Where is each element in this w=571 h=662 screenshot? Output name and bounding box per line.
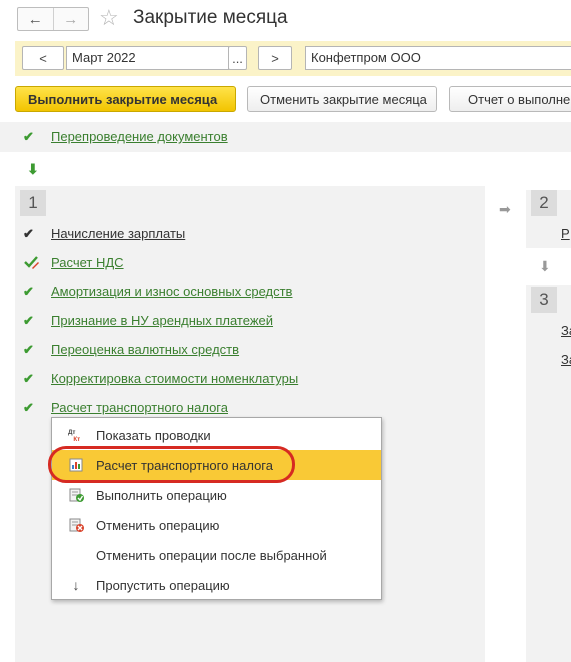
dt-kt-icon: Дт Кт xyxy=(68,427,84,443)
operation-link-transport-tax[interactable]: Расчет транспортного налога xyxy=(51,400,228,415)
menu-item-run-operation[interactable]: Выполнить операцию xyxy=(52,480,381,510)
down-arrow-icon: ⬇ xyxy=(539,258,551,274)
operation-link[interactable]: За xyxy=(561,323,571,338)
context-menu: Дт Кт Показать проводки Расчет транспорт… xyxy=(51,417,382,600)
stage-number: 2 xyxy=(531,190,557,216)
nav-button-group: ← → xyxy=(17,7,89,31)
check-icon: ✔ xyxy=(23,371,34,386)
reposting-link[interactable]: Перепроведение документов xyxy=(51,129,228,144)
title-bar: ← → ☆ Закрытие месяца xyxy=(0,0,571,38)
menu-item-cancel-after-selected[interactable]: Отменить операции после выбранной xyxy=(52,540,381,570)
menu-item-transport-tax-report[interactable]: Расчет транспортного налога xyxy=(52,450,381,480)
operation-link-vat[interactable]: Расчет НДС xyxy=(51,255,124,270)
stage-2-panel: 2 Р xyxy=(526,190,571,248)
check-icon: ✔ xyxy=(23,129,34,144)
svg-text:Дт: Дт xyxy=(68,429,75,436)
check-icon: ✔ xyxy=(23,400,34,415)
period-choose-button[interactable]: ... xyxy=(228,46,247,70)
forward-arrow-icon[interactable]: → xyxy=(52,8,89,30)
organization-field[interactable]: Конфетпром ООО xyxy=(305,46,571,70)
operation-link-salary[interactable]: Начисление зарплаты xyxy=(51,226,185,241)
skip-down-arrow-icon: ↓ xyxy=(72,577,80,593)
period-panel: < Март 2022 ... > Конфетпром ООО xyxy=(15,41,571,76)
operation-link-lease[interactable]: Признание в НУ арендных платежей xyxy=(51,313,273,328)
stage-number: 3 xyxy=(531,287,557,313)
page-title: Закрытие месяца xyxy=(133,7,288,28)
run-operation-icon xyxy=(68,487,84,503)
cancel-operation-icon xyxy=(68,517,84,533)
run-month-closing-button[interactable]: Выполнить закрытие месяца xyxy=(15,86,236,112)
operation-link-currency[interactable]: Переоценка валютных средств xyxy=(51,342,239,357)
check-pencil-icon xyxy=(23,254,41,270)
right-arrow-icon: ➡ xyxy=(499,201,511,217)
next-period-button[interactable]: > xyxy=(258,46,292,70)
stage-number: 1 xyxy=(20,190,46,216)
favorite-star-icon[interactable]: ☆ xyxy=(99,5,119,31)
operation-link-cost-adjust[interactable]: Корректировка стоимости номенклатуры xyxy=(51,371,298,386)
command-bar: Выполнить закрытие месяца Отменить закры… xyxy=(0,86,571,114)
prev-period-button[interactable]: < xyxy=(22,46,64,70)
reposting-row: ✔ Перепроведение документов xyxy=(0,122,571,152)
menu-item-show-entries[interactable]: Дт Кт Показать проводки xyxy=(52,420,381,450)
period-field[interactable]: Март 2022 xyxy=(66,46,229,70)
report-icon xyxy=(68,457,84,473)
cancel-month-closing-button[interactable]: Отменить закрытие месяца xyxy=(247,86,437,112)
report-button[interactable]: Отчет о выполнен xyxy=(449,86,571,112)
operation-link[interactable]: За xyxy=(561,352,571,367)
menu-item-cancel-operation[interactable]: Отменить операцию xyxy=(52,510,381,540)
check-icon: ✔ xyxy=(23,313,34,328)
check-icon: ✔ xyxy=(23,284,34,299)
operation-link-depreciation[interactable]: Амортизация и износ основных средств xyxy=(51,284,292,299)
menu-item-skip-operation[interactable]: ↓ Пропустить операцию xyxy=(52,570,381,600)
check-icon: ✔ xyxy=(23,226,34,241)
svg-text:Кт: Кт xyxy=(73,436,80,443)
check-icon: ✔ xyxy=(23,342,34,357)
back-arrow-icon[interactable]: ← xyxy=(18,8,53,30)
stage-3-panel: 3 За За xyxy=(526,285,571,662)
down-arrow-icon: ⬇ xyxy=(27,161,39,177)
operation-link[interactable]: Р xyxy=(561,226,570,241)
